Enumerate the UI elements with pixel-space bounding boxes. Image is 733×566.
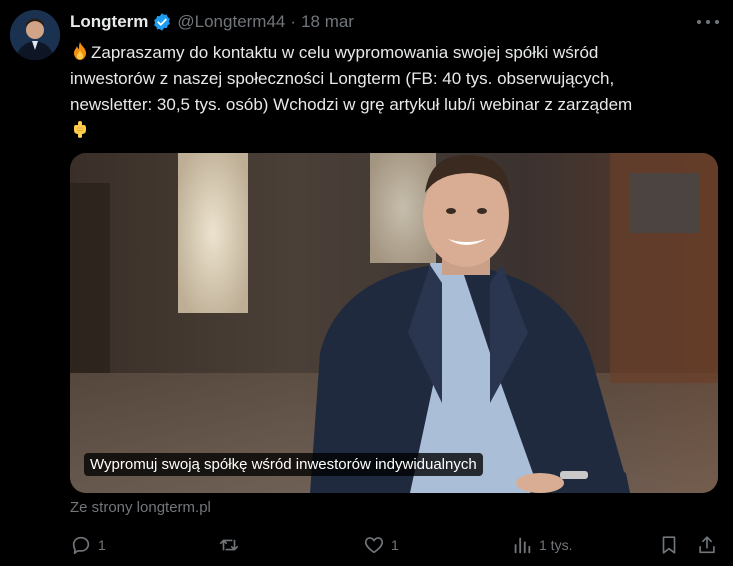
share-button[interactable] <box>696 532 718 558</box>
tweet-actions: 1 1 1 tys. <box>70 532 722 558</box>
tweet-text-line-1: Zapraszamy do kontaktu w celu wypromowan… <box>91 43 599 62</box>
bookmark-button[interactable] <box>658 532 680 558</box>
author-handle[interactable]: @Longterm44 <box>177 12 285 32</box>
avatar-image <box>10 10 60 60</box>
reply-count: 1 <box>98 537 106 553</box>
like-button[interactable]: 1 <box>363 532 399 558</box>
tweet-text-line-3: newsletter: 30,5 tys. osób) Wchodzi w gr… <box>70 95 633 114</box>
tweet-text-line-2: inwestorów z naszej społeczności Longter… <box>70 69 615 88</box>
reply-icon <box>72 536 90 555</box>
card-caption: Wypromuj swoją spółkę wśród inwestorów i… <box>84 453 483 476</box>
separator-dot: · <box>290 12 297 31</box>
more-options-icon[interactable] <box>697 12 719 32</box>
views-chart-icon <box>514 537 531 554</box>
share-icon <box>699 536 715 554</box>
views-button[interactable]: 1 tys. <box>511 532 572 558</box>
avatar[interactable] <box>10 10 60 60</box>
fire-emoji-icon <box>74 42 86 60</box>
link-card[interactable]: Wypromuj swoją spółkę wśród inwestorów i… <box>70 153 718 493</box>
repost-button[interactable] <box>218 532 246 558</box>
tweet-text: Zapraszamy do kontaktu w celu wypromowan… <box>70 40 720 144</box>
view-count: 1 tys. <box>539 537 573 553</box>
verified-badge-icon[interactable] <box>152 12 172 32</box>
tweet-header: Longterm @Longterm44 · 18 mar <box>70 11 354 33</box>
reply-button[interactable]: 1 <box>70 532 106 558</box>
card-image <box>70 153 718 493</box>
repost-icon <box>219 539 239 551</box>
tweet-date[interactable]: 18 mar <box>301 12 354 32</box>
tweet[interactable]: Longterm @Longterm44 · 18 mar Zapraszamy… <box>0 0 733 566</box>
pointing-down-emoji-icon <box>74 121 86 138</box>
like-count: 1 <box>391 537 399 553</box>
heart-icon <box>364 537 384 554</box>
card-source[interactable]: Ze strony longterm.pl <box>70 499 211 516</box>
author-name[interactable]: Longterm <box>70 12 148 32</box>
bookmark-icon <box>662 536 676 554</box>
